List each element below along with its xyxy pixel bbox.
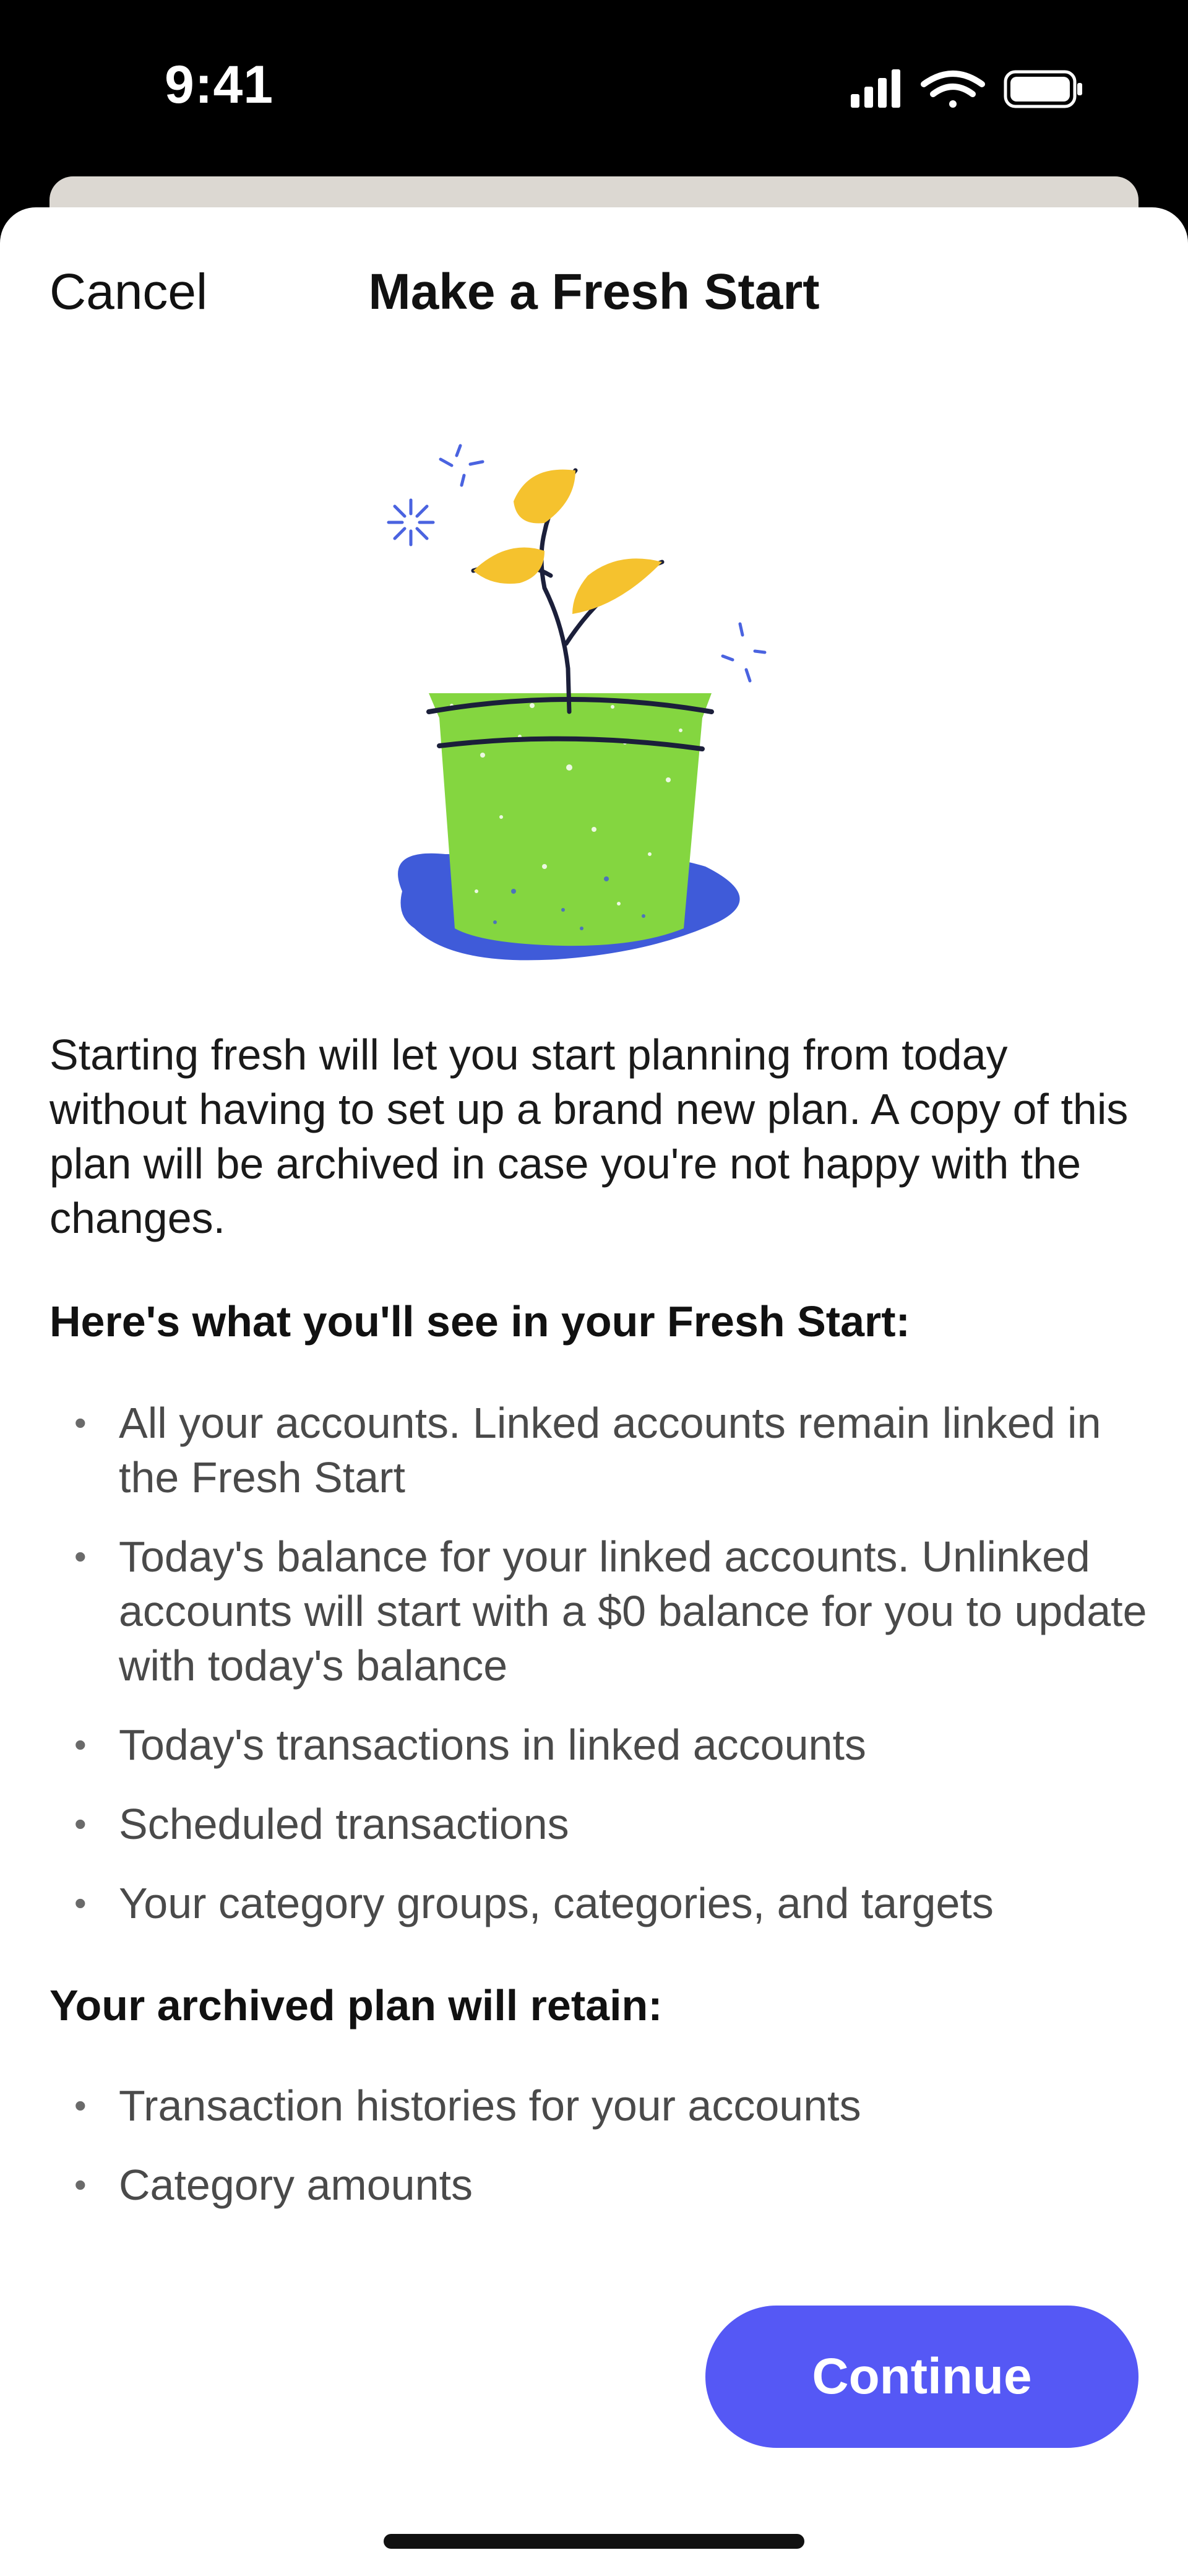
archived-list: Transaction histories for your accounts … — [50, 2078, 1151, 2237]
list-item: Today's balance for your linked accounts… — [50, 1529, 1151, 1693]
plant-stem — [471, 468, 665, 714]
list-item: Today's transactions in linked accounts — [50, 1718, 1151, 1772]
leaf-top — [514, 469, 575, 524]
sparkle-right-icon — [721, 622, 767, 683]
cancel-button[interactable]: Cancel — [50, 263, 207, 321]
fresh-start-heading: Here's what you'll see in your Fresh Sta… — [50, 1297, 910, 1346]
intro-text: Starting fresh will let you start planni… — [50, 1031, 1129, 1242]
archived-heading: Your archived plan will retain: — [50, 1981, 663, 2029]
battery-icon — [1004, 70, 1082, 108]
list-item: Your category groups, categories, and ta… — [50, 1876, 1151, 1930]
status-time: 9:41 — [165, 55, 274, 115]
plant-pot — [429, 693, 712, 946]
list-item: All your accounts. Linked accounts remai… — [50, 1396, 1151, 1505]
list-item: Category amounts — [50, 2158, 1151, 2212]
list-item: Scheduled transactions — [50, 1797, 1151, 1851]
status-icons — [851, 69, 1082, 108]
continue-button[interactable]: Continue — [705, 2306, 1138, 2448]
sparkle-left-large-icon — [387, 498, 435, 547]
list-item: Transaction histories for your accounts — [50, 2078, 1151, 2133]
fresh-start-list: All your accounts. Linked accounts remai… — [50, 1396, 1151, 1955]
plant-in-pot-illustration — [387, 444, 767, 961]
home-indicator — [384, 2534, 804, 2549]
leaf-left — [473, 547, 544, 584]
cellular-signal-icon — [851, 69, 900, 108]
sparkle-left-small-icon — [439, 444, 484, 487]
status-bar: 9:41 — [0, 0, 1188, 179]
wifi-icon — [921, 71, 985, 108]
leaf-right — [572, 558, 662, 614]
